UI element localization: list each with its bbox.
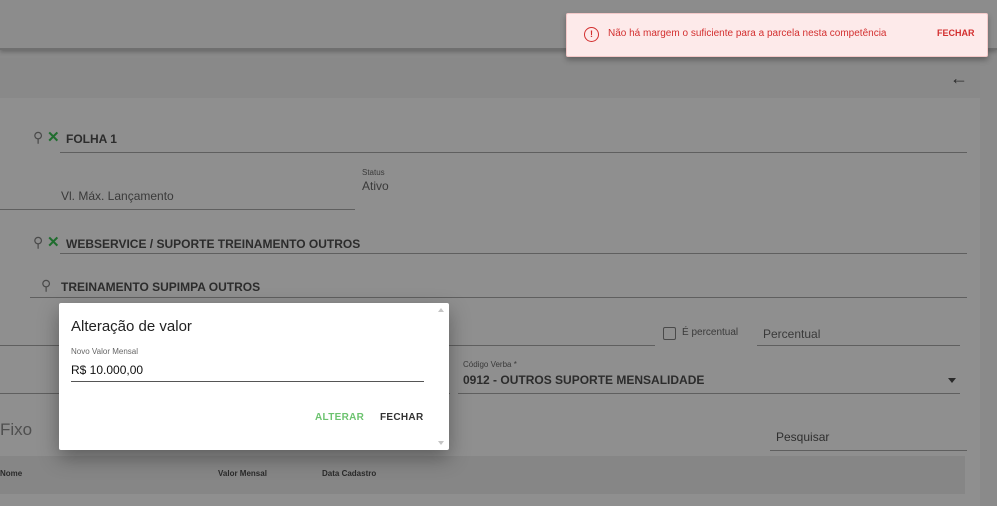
scroll-down-icon[interactable] — [438, 441, 444, 445]
column-header-nome[interactable]: Nome — [0, 469, 22, 478]
percentual-underline — [757, 345, 960, 346]
table-header — [0, 456, 965, 494]
codigo-verba-underline — [458, 393, 960, 394]
alert-circle-icon: ! — [584, 27, 599, 42]
toast-close-button[interactable]: FECHAR — [937, 27, 975, 39]
search-icon[interactable]: ⚲ — [33, 234, 43, 251]
vl-max-underline — [0, 209, 355, 210]
section-title: Fixo — [0, 420, 33, 439]
novo-valor-label: Novo Valor Mensal — [71, 347, 138, 356]
vl-max-lancamento-input[interactable]: Vl. Máx. Lançamento — [61, 189, 174, 203]
sub-toolbar — [0, 58, 980, 98]
percentual-checkbox-label: É percentual — [682, 327, 739, 338]
alterar-button[interactable]: ALTERAR — [311, 410, 368, 425]
dialog-title: Alteração de valor — [71, 318, 192, 335]
status-label: Status — [362, 168, 385, 177]
chevron-down-icon[interactable] — [948, 378, 956, 383]
folha-field[interactable]: FOLHA 1 — [66, 132, 117, 146]
search-underline — [770, 450, 967, 451]
produto-underline — [30, 297, 967, 298]
toast-message: Não há margem o suficiente para a parcel… — [608, 28, 887, 39]
folha-underline — [60, 152, 967, 153]
close-icon[interactable]: ✕ — [47, 128, 60, 146]
dialog-scrollbar[interactable] — [435, 303, 447, 450]
column-header-valor-mensal[interactable]: Valor Mensal — [218, 469, 267, 478]
codigo-verba-select[interactable]: 0912 - OUTROS SUPORTE MENSALIDADE — [463, 373, 704, 387]
scroll-up-icon[interactable] — [438, 308, 444, 312]
percentual-checkbox[interactable] — [663, 327, 676, 340]
search-icon[interactable]: ⚲ — [33, 129, 43, 146]
servico-field[interactable]: WEBSERVICE / SUPORTE TREINAMENTO OUTROS — [66, 237, 360, 251]
error-toast: ! Não há margem o suficiente para a parc… — [566, 13, 988, 57]
alteracao-valor-dialog: Alteração de valor Novo Valor Mensal ALT… — [59, 303, 449, 450]
search-input[interactable]: Pesquisar — [776, 430, 829, 444]
close-icon[interactable]: ✕ — [47, 233, 60, 251]
status-value: Ativo — [362, 179, 389, 193]
produto-field[interactable]: TREINAMENTO SUPIMPA OUTROS — [61, 280, 260, 294]
column-header-data-cadastro[interactable]: Data Cadastro — [322, 469, 376, 478]
percentual-input[interactable]: Percentual — [763, 327, 820, 341]
codigo-verba-label: Código Verba * — [463, 360, 517, 369]
novo-valor-input[interactable] — [71, 359, 424, 382]
servico-underline — [60, 253, 967, 254]
search-icon[interactable]: ⚲ — [41, 277, 51, 294]
fechar-dialog-button[interactable]: FECHAR — [376, 410, 427, 425]
arrow-left-icon[interactable]: ← — [950, 68, 968, 89]
